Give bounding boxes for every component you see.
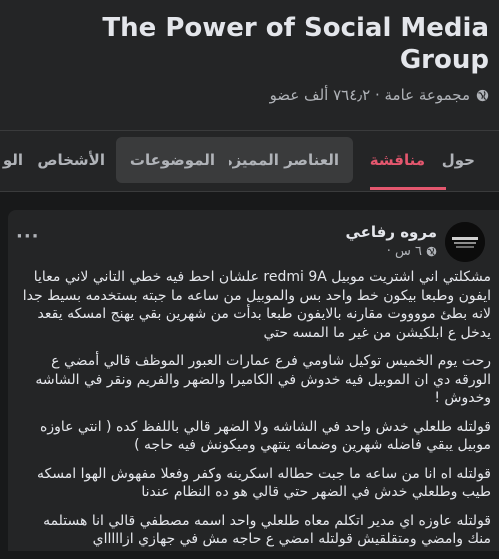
post-paragraph: قولتله طلعلي خدش واحد في الشاشه ولا الضه… bbox=[39, 418, 491, 454]
group-logo-icon bbox=[445, 222, 485, 262]
post-paragraph: قولتله عاوزه اي مدير اتكلم معاه طلعلي وا… bbox=[43, 512, 491, 548]
more-options-icon[interactable]: ··· bbox=[16, 226, 40, 247]
globe-icon bbox=[476, 89, 489, 101]
group-title[interactable]: The Power of Social Media Group bbox=[29, 12, 489, 76]
group-header: The Power of Social Media Group مجموعة ع… bbox=[0, 0, 499, 130]
post-body: مشكلتي اني اشتريت موبيل redmi 9A علشان ا… bbox=[18, 268, 491, 559]
group-meta-text: مجموعة عامة · ٧٦٤٫٢ ألف عضو bbox=[269, 86, 470, 104]
avatar[interactable] bbox=[445, 222, 485, 262]
post-time[interactable]: ٦ س · bbox=[387, 244, 437, 259]
tab-more[interactable]: الو bbox=[0, 137, 23, 183]
tab-discussion[interactable]: مناقشة bbox=[356, 137, 439, 183]
group-meta: مجموعة عامة · ٧٦٤٫٢ ألف عضو bbox=[270, 86, 489, 104]
post-card: مروه رفاعي ٦ س · ··· مشكلتي اني اشتريت م… bbox=[8, 210, 499, 551]
group-tabs: حول مناقشة العناصر المميزة الموضوعات الأ… bbox=[0, 130, 499, 192]
active-tab-indicator bbox=[370, 187, 446, 190]
post-author[interactable]: مروه رفاعي bbox=[345, 223, 437, 241]
post-paragraph: رحت يوم الخميس توكيل شاومي فرع عمارات ال… bbox=[35, 353, 491, 406]
post-paragraph: قولتله اه انا من ساعه ما جبت حطاله اسكري… bbox=[37, 465, 491, 501]
tab-featured[interactable]: العناصر المميزة bbox=[209, 137, 353, 183]
tab-people[interactable]: الأشخاص bbox=[23, 137, 119, 183]
post-paragraph: مشكلتي اني اشتريت موبيل redmi 9A علشان ا… bbox=[22, 269, 491, 341]
globe-icon bbox=[426, 246, 437, 257]
tab-topics[interactable]: الموضوعات bbox=[115, 137, 229, 183]
